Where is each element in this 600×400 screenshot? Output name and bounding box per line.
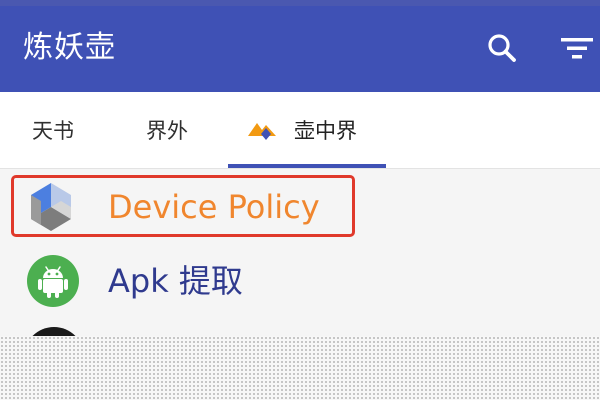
tab-selected-indicator	[228, 164, 386, 168]
android-icon	[27, 255, 79, 307]
mountain-icon	[246, 114, 280, 147]
app-title: 炼妖壶	[23, 30, 116, 65]
tab-huzhongjie[interactable]: 壶中界	[246, 92, 357, 168]
dither-overlay	[0, 336, 600, 400]
status-bar-strip	[0, 0, 600, 6]
tab-label: 天书	[32, 119, 74, 143]
tab-jiewai[interactable]: 界外	[146, 92, 188, 168]
filter-icon[interactable]	[559, 30, 595, 66]
list-item-apk-extract[interactable]: Apk 提取	[0, 245, 600, 317]
search-icon[interactable]	[484, 30, 520, 66]
tab-label: 界外	[146, 119, 188, 143]
list-item-device-policy[interactable]: Device Policy	[0, 169, 600, 239]
list-item-label: Apk 提取	[108, 262, 243, 300]
app-screen: 炼妖壶 天书 界外 壶中界 Device Policy Apk 提取	[0, 0, 600, 400]
tab-tianshu[interactable]: 天书	[32, 92, 74, 168]
list-item-label: Device Policy	[108, 188, 320, 226]
device-policy-icon	[27, 181, 79, 233]
tab-label: 壶中界	[294, 119, 357, 143]
app-toolbar: 炼妖壶	[0, 0, 600, 92]
tab-bar: 天书 界外 壶中界	[0, 92, 600, 169]
